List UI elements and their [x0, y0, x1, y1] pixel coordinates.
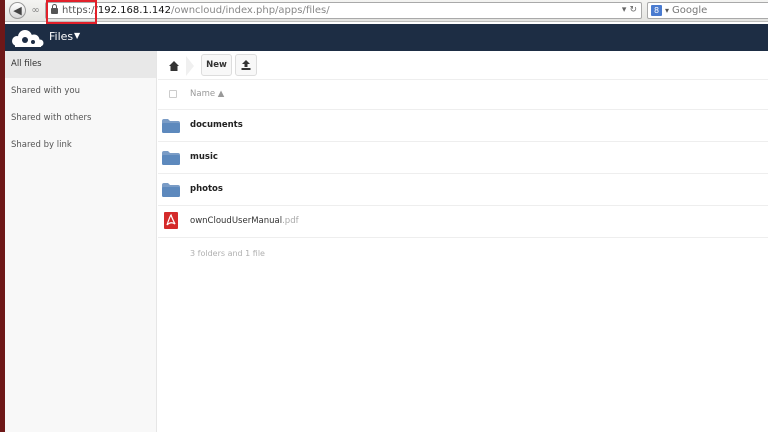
back-button[interactable]: ◀	[9, 2, 26, 19]
app-header: Files ▼	[5, 24, 768, 51]
search-engine-dropdown-icon[interactable]: ▾	[665, 6, 669, 15]
file-row-owncloud-user-manual[interactable]: ownCloudUserManual.pdf	[158, 206, 768, 238]
identity-button[interactable]: ∞	[27, 2, 44, 19]
file-name[interactable]: music	[190, 152, 218, 162]
sidebar-item-shared-by-link[interactable]: Shared by link	[5, 132, 156, 159]
app-title[interactable]: Files	[49, 30, 73, 43]
url-actions: ▾ ↻	[622, 5, 637, 15]
link-icon: ∞	[31, 5, 40, 16]
app-menu-caret-icon[interactable]: ▼	[74, 31, 80, 40]
folder-icon	[162, 119, 180, 133]
sidebar-item-all-files[interactable]: All files	[5, 51, 156, 78]
sidebar-item-shared-with-others[interactable]: Shared with others	[5, 105, 156, 132]
sidebar-item-shared-with-you[interactable]: Shared with you	[5, 78, 156, 105]
main-content: New Name ▲ documents music photos ownClo…	[158, 51, 768, 432]
back-arrow-icon: ◀	[13, 4, 22, 17]
sidebar: All files Shared with you Shared with ot…	[5, 51, 157, 432]
sidebar-item-label: All files	[11, 59, 42, 69]
search-bar[interactable]: 8 ▾ Google	[647, 2, 768, 19]
file-summary: 3 folders and 1 file	[190, 249, 265, 258]
upload-icon	[241, 60, 251, 70]
file-name[interactable]: documents	[190, 120, 243, 130]
sidebar-item-label: Shared with you	[11, 86, 80, 96]
folder-icon	[162, 151, 180, 165]
file-row-photos[interactable]: photos	[158, 174, 768, 206]
file-basename: ownCloudUserManual	[190, 216, 283, 226]
controls-bar: New	[158, 51, 768, 80]
pdf-icon	[164, 212, 178, 229]
new-button[interactable]: New	[201, 54, 232, 76]
file-row-documents[interactable]: documents	[158, 110, 768, 142]
sidebar-item-label: Shared by link	[11, 140, 72, 150]
https-highlight-box	[46, 0, 97, 24]
folder-icon	[162, 183, 180, 197]
google-search-icon[interactable]: 8	[651, 5, 662, 16]
file-row-music[interactable]: music	[158, 142, 768, 174]
dropdown-icon[interactable]: ▾	[622, 5, 627, 15]
url-host: 192.168.1.142	[97, 5, 172, 16]
name-column-header[interactable]: Name ▲	[190, 89, 224, 99]
file-extension: .pdf	[282, 216, 299, 226]
sidebar-item-label: Shared with others	[11, 113, 92, 123]
screen: ◀ ∞ https://192.168.1.142/owncloud/index…	[0, 0, 768, 432]
address-bar[interactable]: https://192.168.1.142/owncloud/index.php…	[45, 2, 642, 19]
home-icon	[169, 61, 179, 71]
new-button-label: New	[206, 60, 227, 70]
select-all-checkbox[interactable]	[169, 90, 177, 98]
search-placeholder: Google	[672, 5, 708, 16]
file-name[interactable]: photos	[190, 184, 223, 194]
browser-toolbar: ◀ ∞ https://192.168.1.142/owncloud/index…	[5, 0, 768, 24]
owncloud-logo[interactable]	[9, 28, 45, 48]
file-name[interactable]: ownCloudUserManual.pdf	[190, 216, 299, 226]
url-path: /owncloud/index.php/apps/files/	[171, 5, 330, 16]
reload-icon[interactable]: ↻	[629, 5, 637, 15]
breadcrumb-home[interactable]	[162, 56, 194, 76]
file-list-header: Name ▲	[158, 80, 768, 110]
breadcrumb-separator	[186, 56, 194, 76]
upload-button[interactable]	[235, 54, 257, 76]
